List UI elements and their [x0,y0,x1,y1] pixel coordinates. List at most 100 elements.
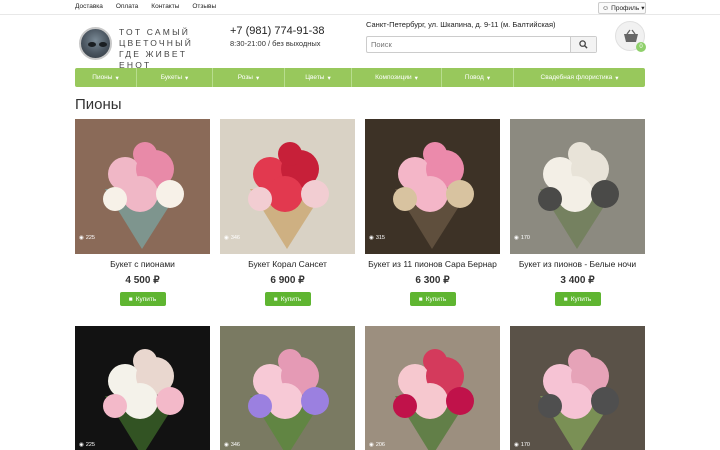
basket-icon: ■ [563,295,568,303]
menu-item-label: Цветы [305,74,325,81]
eye-icon: ◉ [224,235,229,241]
menu-item-1[interactable]: Букеты ▾ [137,68,213,87]
product-card[interactable]: ◉ 346 [220,326,355,450]
product-card[interactable]: ◉ 225 Букет с пионами 4 500 ₽ ■ Купить [75,119,210,306]
topnav-contacts[interactable]: Контакты [151,3,179,10]
menu-item-label: Пионы [92,74,113,81]
menu-item-label: Свадебная флористика [540,74,613,81]
menu-item-6[interactable]: Свадебная флористика ▾ [514,68,645,87]
menu-item-5[interactable]: Повод ▾ [442,68,514,87]
top-nav: Доставка Оплата Контакты Отзывы [75,3,216,10]
product-card[interactable]: ◉ 315 Букет из 11 пионов Сара Бернар 6 300 … [365,119,500,306]
menu-item-label: Повод [464,74,484,81]
topnav-payment[interactable]: Оплата [116,3,138,10]
menu-item-3[interactable]: Цветы ▾ [285,68,352,87]
basket-icon: ■ [128,295,133,303]
eye-icon: ◉ [369,235,374,241]
search-button[interactable] [570,37,596,52]
chevron-down-icon: ▾ [185,74,189,82]
menu-item-0[interactable]: Пионы ▾ [75,68,137,87]
menu-item-4[interactable]: Композиции ▾ [352,68,442,87]
view-count: ◉ 170 [514,442,530,448]
bouquet-illustration [75,326,210,450]
bouquet-illustration [510,326,645,450]
chevron-down-icon: ▾ [414,74,418,82]
product-image[interactable]: ◉ 315 [365,119,500,254]
product-name[interactable]: Букет из пионов - Белые ночи [510,259,645,269]
bouquet-illustration [75,119,210,254]
menu-item-label: Композиции [375,74,412,81]
bouquet-illustration [510,119,645,254]
topnav-reviews[interactable]: Отзывы [192,3,216,10]
logo-line-2: ЦВЕТОЧНЫЙ [119,38,194,48]
user-icon: ☺ [602,4,610,12]
logo-eye-right [99,42,107,47]
product-price: 3 400 ₽ [560,275,595,286]
store-address: Санкт-Петербург, ул. Шкапина, д. 9-11 (м… [366,20,556,29]
topnav-delivery[interactable]: Доставка [75,3,103,10]
basket-icon [624,29,638,42]
profile-button[interactable]: ☺ Профиль ▾ [598,2,646,14]
search-input[interactable] [367,37,570,52]
product-image[interactable]: ◉ 206 [365,326,500,450]
product-card[interactable]: ◉ 206 [365,326,500,450]
product-name[interactable]: Букет из 11 пионов Сара Бернар [365,259,500,269]
view-count-value: 225 [85,235,95,241]
view-count-value: 346 [230,442,240,448]
search-bar [366,36,597,53]
eye-icon: ◉ [369,442,374,448]
product-card[interactable]: ◉ 170 Букет из пионов - Белые ночи 3 400 ₽ ■… [510,119,645,306]
product-name[interactable]: Букет с пионами [75,259,210,269]
basket-icon: ■ [418,295,423,303]
top-bar: Доставка Оплата Контакты Отзывы ☺ Профил… [0,0,720,15]
product-image[interactable]: ◉ 346 [220,326,355,450]
cart-button[interactable]: 0 [615,21,646,52]
view-count: ◉ 225 [79,235,95,241]
buy-button[interactable]: ■ Купить [554,292,601,306]
chevron-down-icon: ▾ [615,74,619,82]
view-count-value: 315 [375,235,385,241]
chevron-down-icon: ▾ [255,74,260,82]
product-image[interactable]: ◉ 170 [510,326,645,450]
product-card[interactable]: ◉ 170 [510,326,645,450]
phone-number[interactable]: +7 (981) 774-91-38 [230,25,324,37]
logo-line-1: ТОТ САМЫЙ [119,27,191,37]
product-image[interactable]: ◉ 346 [220,119,355,254]
buy-button[interactable]: ■ Купить [264,292,311,306]
working-hours: 8:30-21:00 / без выходных [230,39,321,48]
cart-count-badge: 0 [636,42,646,52]
eye-icon: ◉ [79,442,84,448]
menu-item-2[interactable]: Розы ▾ [213,68,285,87]
buy-button[interactable]: ■ Купить [119,292,166,306]
buy-button-label: Купить [425,295,447,303]
logo-raccoon-icon[interactable] [79,27,112,60]
buy-button[interactable]: ■ Купить [409,292,456,306]
eye-icon: ◉ [79,235,84,241]
eye-icon: ◉ [514,442,519,448]
product-image[interactable]: ◉ 225 [75,326,210,450]
product-card[interactable]: ◉ 225 [75,326,210,450]
view-count-value: 225 [85,442,95,448]
product-price: 6 900 ₽ [270,275,305,286]
view-count-value: 170 [520,235,530,241]
view-count: ◉ 206 [369,442,385,448]
bouquet-illustration [220,119,355,254]
view-count: ◉ 170 [514,235,530,241]
buy-button-label: Купить [570,295,592,303]
view-count: ◉ 346 [224,235,240,241]
product-image[interactable]: ◉ 170 [510,119,645,254]
basket-icon: ■ [273,295,278,303]
buy-button-label: Купить [135,295,157,303]
view-count: ◉ 225 [79,442,95,448]
product-image[interactable]: ◉ 225 [75,119,210,254]
caret-down-icon: ▾ [641,5,645,12]
bouquet-illustration [365,119,500,254]
product-name[interactable]: Букет Корал Сансет [220,259,355,269]
eye-icon: ◉ [514,235,519,241]
view-count: ◉ 346 [224,442,240,448]
product-card[interactable]: ◉ 346 Букет Корал Сансет 6 900 ₽ ■ Купить [220,119,355,306]
logo-text[interactable]: ТОТ САМЫЙ ЦВЕТОЧНЫЙ ГДЕ ЖИВЕТ ЕНОТ [119,27,219,71]
eye-icon: ◉ [224,442,229,448]
search-icon [579,40,588,49]
main-menu: Пионы ▾ Букеты ▾ Розы ▾ Цветы ▾ Композиции ▾ Повод… [75,68,645,87]
